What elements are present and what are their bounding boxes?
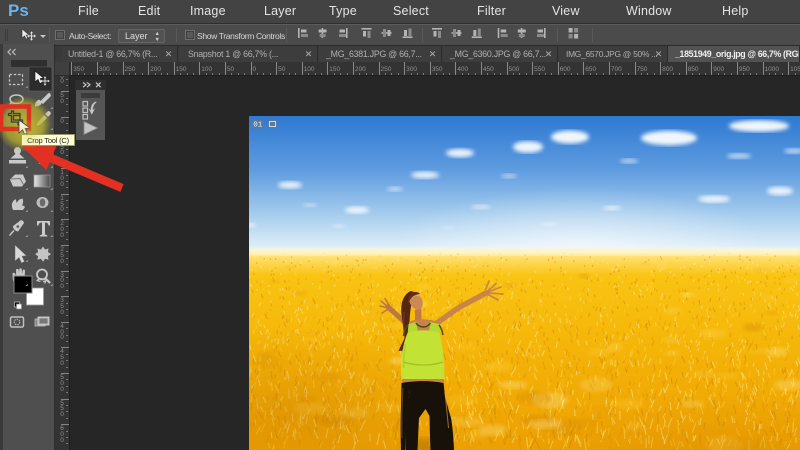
svg-text:01: 01 xyxy=(253,122,263,130)
